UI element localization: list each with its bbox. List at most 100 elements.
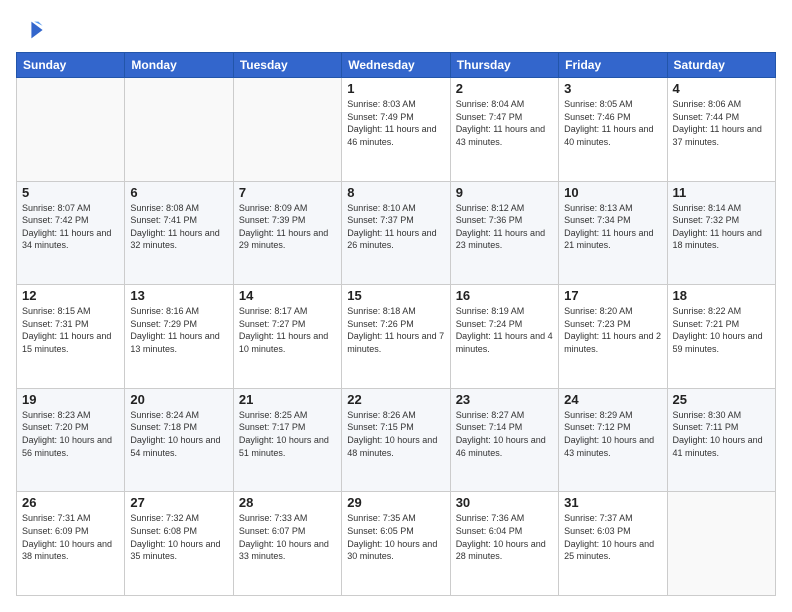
day-info: Sunrise: 8:19 AM Sunset: 7:24 PM Dayligh… [456, 305, 553, 355]
day-info: Sunrise: 8:25 AM Sunset: 7:17 PM Dayligh… [239, 409, 336, 459]
calendar-cell: 25 Sunrise: 8:30 AM Sunset: 7:11 PM Dayli… [667, 388, 775, 492]
calendar-cell: 16 Sunrise: 8:19 AM Sunset: 7:24 PM Dayli… [450, 285, 558, 389]
day-header: Friday [559, 53, 667, 78]
day-number: 21 [239, 392, 336, 407]
day-number: 8 [347, 185, 444, 200]
day-number: 24 [564, 392, 661, 407]
day-number: 1 [347, 81, 444, 96]
calendar-cell: 9 Sunrise: 8:12 AM Sunset: 7:36 PM Daylig… [450, 181, 558, 285]
day-info: Sunrise: 7:31 AM Sunset: 6:09 PM Dayligh… [22, 512, 119, 562]
day-info: Sunrise: 8:27 AM Sunset: 7:14 PM Dayligh… [456, 409, 553, 459]
day-number: 15 [347, 288, 444, 303]
calendar-cell: 19 Sunrise: 8:23 AM Sunset: 7:20 PM Dayli… [17, 388, 125, 492]
day-number: 30 [456, 495, 553, 510]
calendar-cell: 10Sunrise: 8:13 AM Sunset: 7:34 PM Dayli… [559, 181, 667, 285]
calendar-cell: 21 Sunrise: 8:25 AM Sunset: 7:17 PM Dayli… [233, 388, 341, 492]
calendar-cell: 26Sunrise: 7:31 AM Sunset: 6:09 PM Dayli… [17, 492, 125, 596]
day-info: Sunrise: 7:35 AM Sunset: 6:05 PM Dayligh… [347, 512, 444, 562]
day-info: Sunrise: 8:10 AM Sunset: 7:37 PM Dayligh… [347, 202, 444, 252]
day-header: Wednesday [342, 53, 450, 78]
day-number: 9 [456, 185, 553, 200]
day-info: Sunrise: 7:36 AM Sunset: 6:04 PM Dayligh… [456, 512, 553, 562]
calendar: SundayMondayTuesdayWednesdayThursdayFrid… [16, 52, 776, 596]
day-number: 22 [347, 392, 444, 407]
day-number: 6 [130, 185, 227, 200]
calendar-cell: 13 Sunrise: 8:16 AM Sunset: 7:29 PM Dayli… [125, 285, 233, 389]
day-header: Tuesday [233, 53, 341, 78]
calendar-cell: 27 Sunrise: 7:32 AM Sunset: 6:08 PM Dayli… [125, 492, 233, 596]
calendar-week: 12 Sunrise: 8:15 AM Sunset: 7:31 PM Dayli… [17, 285, 776, 389]
logo [16, 16, 48, 44]
day-info: Sunrise: 7:32 AM Sunset: 6:08 PM Dayligh… [130, 512, 227, 562]
calendar-week: 1 Sunrise: 8:03 AM Sunset: 7:49 PM Daylig… [17, 78, 776, 182]
header-row: SundayMondayTuesdayWednesdayThursdayFrid… [17, 53, 776, 78]
day-number: 7 [239, 185, 336, 200]
calendar-cell: 18 Sunrise: 8:22 AM Sunset: 7:21 PM Dayli… [667, 285, 775, 389]
day-number: 19 [22, 392, 119, 407]
calendar-cell: 4 Sunrise: 8:06 AM Sunset: 7:44 PM Daylig… [667, 78, 775, 182]
day-number: 12 [22, 288, 119, 303]
day-number: 29 [347, 495, 444, 510]
day-info: Sunrise: 8:07 AM Sunset: 7:42 PM Dayligh… [22, 202, 119, 252]
day-number: 16 [456, 288, 553, 303]
day-number: 4 [673, 81, 770, 96]
day-number: 3 [564, 81, 661, 96]
calendar-cell: 23Sunrise: 8:27 AM Sunset: 7:14 PM Dayli… [450, 388, 558, 492]
day-info: Sunrise: 8:20 AM Sunset: 7:23 PM Dayligh… [564, 305, 661, 355]
day-info: Sunrise: 8:30 AM Sunset: 7:11 PM Dayligh… [673, 409, 770, 459]
day-info: Sunrise: 8:16 AM Sunset: 7:29 PM Dayligh… [130, 305, 227, 355]
day-info: Sunrise: 8:22 AM Sunset: 7:21 PM Dayligh… [673, 305, 770, 355]
calendar-cell: 15 Sunrise: 8:18 AM Sunset: 7:26 PM Dayli… [342, 285, 450, 389]
calendar-cell: 30 Sunrise: 7:36 AM Sunset: 6:04 PM Dayli… [450, 492, 558, 596]
day-info: Sunrise: 8:09 AM Sunset: 7:39 PM Dayligh… [239, 202, 336, 252]
day-number: 17 [564, 288, 661, 303]
day-info: Sunrise: 8:18 AM Sunset: 7:26 PM Dayligh… [347, 305, 444, 355]
day-info: Sunrise: 8:13 AM Sunset: 7:34 PM Dayligh… [564, 202, 661, 252]
header [16, 16, 776, 44]
calendar-cell: 28Sunrise: 7:33 AM Sunset: 6:07 PM Dayli… [233, 492, 341, 596]
calendar-cell [667, 492, 775, 596]
day-info: Sunrise: 8:17 AM Sunset: 7:27 PM Dayligh… [239, 305, 336, 355]
day-info: Sunrise: 8:05 AM Sunset: 7:46 PM Dayligh… [564, 98, 661, 148]
calendar-week: 5Sunrise: 8:07 AM Sunset: 7:42 PM Daylig… [17, 181, 776, 285]
calendar-cell: 12 Sunrise: 8:15 AM Sunset: 7:31 PM Dayli… [17, 285, 125, 389]
calendar-cell [233, 78, 341, 182]
calendar-cell: 17 Sunrise: 8:20 AM Sunset: 7:23 PM Dayli… [559, 285, 667, 389]
page: SundayMondayTuesdayWednesdayThursdayFrid… [0, 0, 792, 612]
logo-icon [16, 16, 44, 44]
calendar-cell: 29 Sunrise: 7:35 AM Sunset: 6:05 PM Dayli… [342, 492, 450, 596]
calendar-cell: 22Sunrise: 8:26 AM Sunset: 7:15 PM Dayli… [342, 388, 450, 492]
calendar-cell [125, 78, 233, 182]
calendar-cell [17, 78, 125, 182]
day-number: 11 [673, 185, 770, 200]
day-info: Sunrise: 8:23 AM Sunset: 7:20 PM Dayligh… [22, 409, 119, 459]
day-info: Sunrise: 8:15 AM Sunset: 7:31 PM Dayligh… [22, 305, 119, 355]
day-number: 2 [456, 81, 553, 96]
calendar-week: 26Sunrise: 7:31 AM Sunset: 6:09 PM Dayli… [17, 492, 776, 596]
day-number: 31 [564, 495, 661, 510]
day-info: Sunrise: 7:37 AM Sunset: 6:03 PM Dayligh… [564, 512, 661, 562]
calendar-cell: 31 Sunrise: 7:37 AM Sunset: 6:03 PM Dayli… [559, 492, 667, 596]
day-info: Sunrise: 8:06 AM Sunset: 7:44 PM Dayligh… [673, 98, 770, 148]
calendar-cell: 5Sunrise: 8:07 AM Sunset: 7:42 PM Daylig… [17, 181, 125, 285]
calendar-cell: 3 Sunrise: 8:05 AM Sunset: 7:46 PM Daylig… [559, 78, 667, 182]
day-number: 18 [673, 288, 770, 303]
day-number: 25 [673, 392, 770, 407]
calendar-cell: 20Sunrise: 8:24 AM Sunset: 7:18 PM Dayli… [125, 388, 233, 492]
day-info: Sunrise: 8:12 AM Sunset: 7:36 PM Dayligh… [456, 202, 553, 252]
day-info: Sunrise: 8:14 AM Sunset: 7:32 PM Dayligh… [673, 202, 770, 252]
day-info: Sunrise: 8:04 AM Sunset: 7:47 PM Dayligh… [456, 98, 553, 148]
day-info: Sunrise: 8:24 AM Sunset: 7:18 PM Dayligh… [130, 409, 227, 459]
day-number: 14 [239, 288, 336, 303]
calendar-cell: 7 Sunrise: 8:09 AM Sunset: 7:39 PM Daylig… [233, 181, 341, 285]
day-info: Sunrise: 8:08 AM Sunset: 7:41 PM Dayligh… [130, 202, 227, 252]
day-header: Saturday [667, 53, 775, 78]
day-header: Thursday [450, 53, 558, 78]
day-info: Sunrise: 8:03 AM Sunset: 7:49 PM Dayligh… [347, 98, 444, 148]
day-number: 13 [130, 288, 227, 303]
day-header: Monday [125, 53, 233, 78]
calendar-cell: 2 Sunrise: 8:04 AM Sunset: 7:47 PM Daylig… [450, 78, 558, 182]
calendar-cell: 24Sunrise: 8:29 AM Sunset: 7:12 PM Dayli… [559, 388, 667, 492]
day-info: Sunrise: 7:33 AM Sunset: 6:07 PM Dayligh… [239, 512, 336, 562]
day-number: 27 [130, 495, 227, 510]
